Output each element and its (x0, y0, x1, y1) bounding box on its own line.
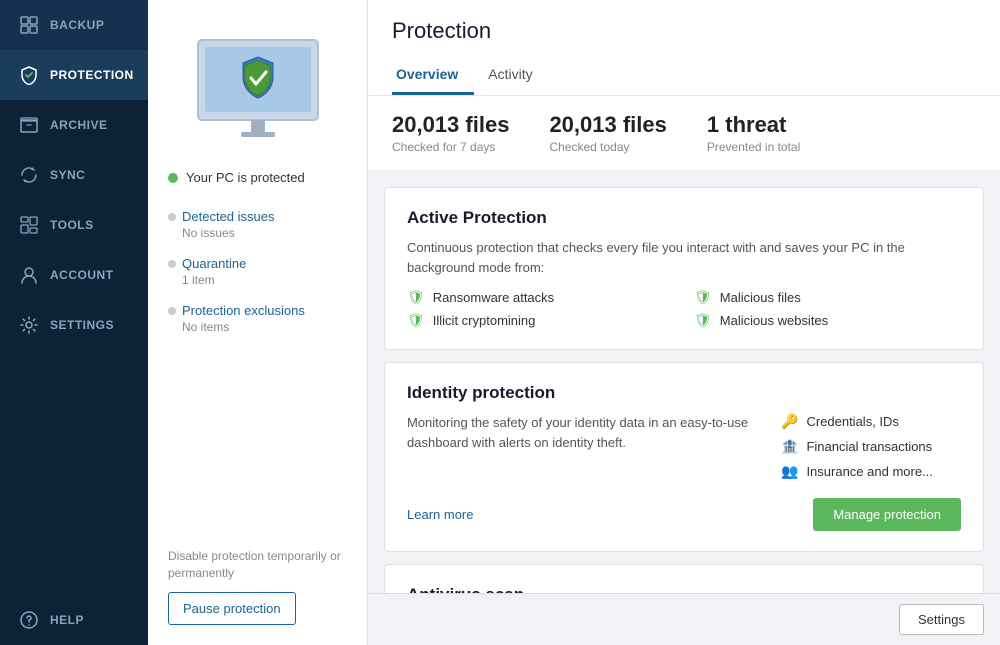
pause-description: Disable protection temporarily or perman… (168, 548, 347, 582)
sidebar-item-label-backup: BACKUP (50, 18, 104, 32)
quarantine-label: Quarantine (182, 256, 246, 271)
exclusions-group: Protection exclusions No items (168, 303, 347, 334)
tools-icon (18, 214, 40, 236)
identity-card-content: Monitoring the safety of your identity d… (407, 413, 961, 480)
sync-icon (18, 164, 40, 186)
feature-cryptomining: 🛡 Illicit cryptomining (407, 312, 674, 329)
identity-features: 🔑 Credentials, IDs 🏦 Financial transacti… (781, 413, 961, 480)
stat-files-today: 20,013 files Checked today (549, 112, 666, 154)
shield-icon-ransomware: 🛡 (407, 289, 425, 306)
feature-malicious-websites: 🛡 Malicious websites (694, 312, 961, 329)
page-title-bar: Protection Overview Activity (368, 0, 1000, 96)
sidebar-item-backup[interactable]: BACKUP (0, 0, 148, 50)
tab-activity[interactable]: Activity (484, 58, 548, 95)
stats-bar: 20,013 files Checked for 7 days 20,013 f… (368, 96, 1000, 171)
identity-feature-financial: 🏦 Financial transactions (781, 438, 961, 455)
identity-feature-credentials: 🔑 Credentials, IDs (781, 413, 961, 430)
stat-threats: 1 threat Prevented in total (707, 112, 800, 154)
identity-card-footer: Learn more Manage protection (407, 498, 961, 531)
sidebar-item-label-settings: SETTINGS (50, 318, 114, 332)
sidebar: BACKUP PROTECTION ARCHIVE (0, 0, 148, 645)
settings-button[interactable]: Settings (899, 604, 984, 635)
left-links: Detected issues No issues Quarantine 1 i… (168, 209, 347, 334)
right-content: Protection Overview Activity 20,013 file… (368, 0, 1000, 645)
monitor-svg (193, 35, 323, 145)
sidebar-item-label-archive: ARCHIVE (50, 118, 108, 132)
exclusions-dot (168, 307, 176, 315)
exclusions-link[interactable]: Protection exclusions (168, 303, 347, 318)
sidebar-item-account[interactable]: ACCOUNT (0, 250, 148, 300)
stat-label-7days: Checked for 7 days (392, 140, 509, 154)
pause-protection-button[interactable]: Pause protection (168, 592, 296, 625)
sidebar-item-tools[interactable]: TOOLS (0, 200, 148, 250)
antivirus-scan-card: Antivirus scan On-demand protection that… (384, 564, 984, 593)
active-protection-desc: Continuous protection that checks every … (407, 238, 961, 277)
settings-bottom-bar: Settings (368, 593, 1000, 645)
quarantine-sub: 1 item (168, 273, 347, 287)
active-protection-title: Active Protection (407, 208, 961, 228)
identity-protection-card: Identity protection Monitoring the safet… (384, 362, 984, 552)
help-icon (18, 609, 40, 631)
people-icon: 👥 (781, 463, 798, 480)
shield-icon-malicious-files: 🛡 (694, 289, 712, 306)
stat-files-7days: 20,013 files Checked for 7 days (392, 112, 509, 154)
sidebar-item-settings[interactable]: SETTINGS (0, 300, 148, 350)
account-icon (18, 264, 40, 286)
archive-icon (18, 114, 40, 136)
detected-issues-link[interactable]: Detected issues (168, 209, 347, 224)
shield-icon-malicious-websites: 🛡 (694, 312, 712, 329)
detected-issues-label: Detected issues (182, 209, 275, 224)
right-panel: Active Protection Continuous protection … (368, 171, 1000, 593)
detected-issues-group: Detected issues No issues (168, 209, 347, 240)
active-protection-card: Active Protection Continuous protection … (384, 187, 984, 350)
monitor-image (193, 30, 323, 150)
stat-label-threats: Prevented in total (707, 140, 800, 154)
sidebar-item-label-help: HELP (50, 613, 84, 627)
status-dot (168, 173, 178, 183)
learn-more-link[interactable]: Learn more (407, 507, 473, 522)
stat-number-7days: 20,013 files (392, 112, 509, 138)
exclusions-label: Protection exclusions (182, 303, 305, 318)
status-text: Your PC is protected (186, 170, 305, 185)
sidebar-item-label-tools: TOOLS (50, 218, 94, 232)
identity-protection-title: Identity protection (407, 383, 961, 403)
key-icon: 🔑 (781, 413, 798, 430)
feature-ransomware: 🛡 Ransomware attacks (407, 289, 674, 306)
bank-icon: 🏦 (781, 438, 798, 455)
stat-number-today: 20,013 files (549, 112, 666, 138)
backup-icon (18, 14, 40, 36)
identity-feature-insurance: 👥 Insurance and more... (781, 463, 961, 480)
antivirus-scan-title: Antivirus scan (407, 585, 961, 593)
stat-number-threats: 1 threat (707, 112, 800, 138)
sidebar-item-protection[interactable]: PROTECTION (0, 50, 148, 100)
protection-icon (18, 64, 40, 86)
gear-icon (18, 314, 40, 336)
detected-issues-sub: No issues (168, 226, 347, 240)
quarantine-dot (168, 260, 176, 268)
status-indicator: Your PC is protected (168, 170, 305, 185)
page-title: Protection (392, 18, 976, 44)
pause-section: Disable protection temporarily or perman… (168, 528, 347, 625)
sidebar-item-sync[interactable]: SYNC (0, 150, 148, 200)
tab-overview[interactable]: Overview (392, 58, 474, 95)
shield-icon-cryptomining: 🛡 (407, 312, 425, 329)
sidebar-item-label-account: ACCOUNT (50, 268, 114, 282)
exclusions-sub: No items (168, 320, 347, 334)
tabs: Overview Activity (392, 58, 976, 95)
manage-protection-button[interactable]: Manage protection (813, 498, 961, 531)
quarantine-group: Quarantine 1 item (168, 256, 347, 287)
sidebar-item-label-protection: PROTECTION (50, 68, 134, 82)
content-area: Your PC is protected Detected issues No … (148, 0, 1000, 645)
sidebar-item-archive[interactable]: ARCHIVE (0, 100, 148, 150)
identity-protection-desc: Monitoring the safety of your identity d… (407, 413, 761, 452)
quarantine-link[interactable]: Quarantine (168, 256, 347, 271)
detected-issues-dot (168, 213, 176, 221)
feature-malicious-files: 🛡 Malicious files (694, 289, 961, 306)
stat-label-today: Checked today (549, 140, 666, 154)
protection-features: 🛡 Ransomware attacks 🛡 Malicious files 🛡… (407, 289, 961, 329)
sidebar-item-label-sync: SYNC (50, 168, 85, 182)
sidebar-item-help[interactable]: HELP (0, 595, 148, 645)
left-panel: Your PC is protected Detected issues No … (148, 0, 368, 645)
